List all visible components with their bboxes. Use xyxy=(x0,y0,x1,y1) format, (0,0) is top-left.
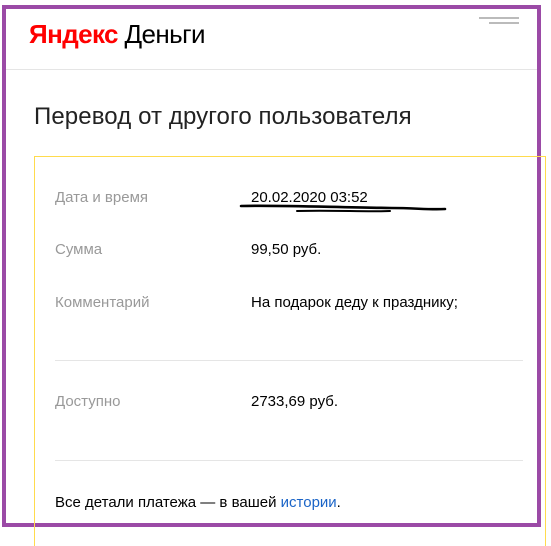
available-label: Доступно xyxy=(55,393,121,410)
footer-text-before: Все детали платежа — в вашей xyxy=(55,494,281,511)
footer-text-after: . xyxy=(336,494,341,511)
divider xyxy=(55,360,523,361)
menu-icon[interactable] xyxy=(479,15,519,29)
comment-value: На подарок деду к празднику; xyxy=(251,294,458,311)
logo-money: Деньги xyxy=(124,19,206,49)
comment-label: Комментарий xyxy=(55,294,150,311)
amount-label: Сумма xyxy=(55,241,103,258)
footer-note: Все детали платежа — в вашей истории. xyxy=(55,494,341,511)
header: Яндекс Деньги xyxy=(6,9,537,70)
page-title: Перевод от другого пользователя xyxy=(34,103,412,130)
yandex-money-logo[interactable]: Яндекс Деньги xyxy=(29,19,206,50)
amount-value: 99,50 руб. xyxy=(251,241,322,258)
history-link[interactable]: истории xyxy=(281,494,337,511)
transfer-details-card: Дата и время 20.02.2020 03:52 Сумма 99,5… xyxy=(34,156,546,546)
datetime-value: 20.02.2020 03:52 xyxy=(251,189,368,206)
logo-yandex: Яндекс xyxy=(29,19,118,49)
divider xyxy=(55,460,523,461)
available-value: 2733,69 руб. xyxy=(251,393,338,410)
datetime-label: Дата и время xyxy=(55,189,149,206)
screenshot-frame: Яндекс Деньги Перевод от другого пользов… xyxy=(2,5,546,546)
